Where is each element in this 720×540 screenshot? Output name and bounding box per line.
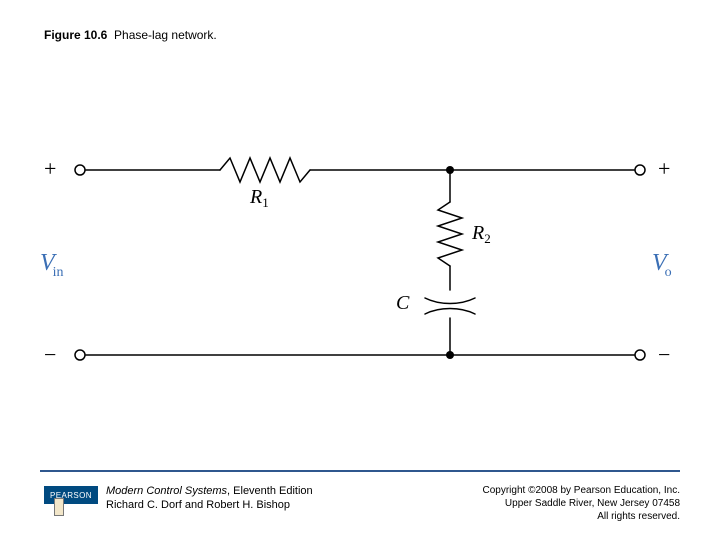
book-authors: Richard C. Dorf and Robert H. Bishop (106, 499, 290, 511)
copyright: Copyright ©2008 by Pearson Education, In… (483, 484, 681, 523)
out-plus-sign: + (658, 156, 670, 182)
r2-label: R2 (472, 222, 491, 245)
c-label: C (396, 292, 409, 315)
footer: PEARSON Modern Control Systems, Eleventh… (0, 480, 720, 530)
in-plus-sign: + (44, 156, 56, 182)
pearson-logo: PEARSON (44, 486, 98, 504)
figure-number: Figure 10.6 (44, 28, 107, 42)
figure-title: Phase-lag network. (114, 28, 217, 42)
circuit-svg (40, 140, 680, 400)
in-minus-sign: − (44, 342, 56, 368)
book-title: Modern Control Systems (106, 485, 227, 497)
flag-icon (54, 498, 64, 516)
vo-label: Vo (652, 250, 674, 277)
figure-caption: Figure 10.6 Phase-lag network. (44, 28, 217, 42)
book-credit: Modern Control Systems, Eleventh Edition… (106, 484, 313, 512)
vin-label: Vin (40, 250, 66, 277)
footer-rule (40, 470, 680, 472)
out-minus-sign: − (658, 342, 670, 368)
r1-label: R1 (250, 186, 269, 209)
circuit-diagram: + − + − Vin Vo R1 R2 C (40, 140, 680, 400)
book-edition: , Eleventh Edition (227, 485, 313, 497)
